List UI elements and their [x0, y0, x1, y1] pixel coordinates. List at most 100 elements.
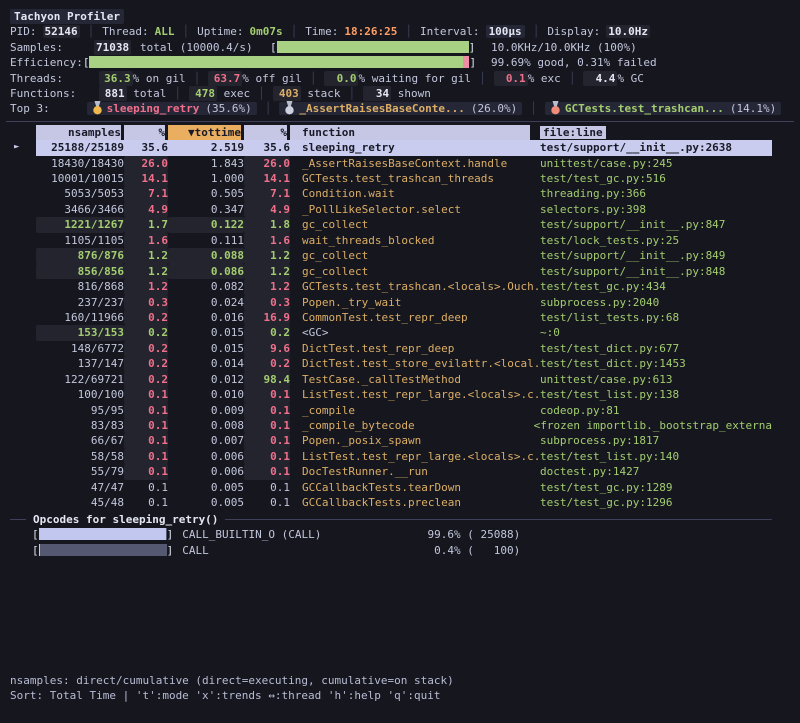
table-row[interactable]: 1221/1267 1.7 0.122 1.8 gc_collect test/… — [10, 217, 772, 232]
cell-file: unittest/case.py:245 — [540, 156, 772, 171]
separator: │ — [166, 87, 189, 100]
cell-cum-pct: 35.6 — [244, 140, 290, 155]
cell-file: test/lock_tests.py:25 — [540, 233, 772, 248]
cell-cum-pct: 4.9 — [244, 202, 290, 217]
cell-file: subprocess.py:2040 — [540, 295, 772, 310]
cell-file: test/test_gc.py:516 — [540, 171, 772, 186]
cell-file: <frozen importlib._bootstrap_externa — [534, 418, 772, 433]
cell-function: GCTests.test_trashcan_threads — [290, 171, 540, 186]
column-header-file[interactable]: file:line — [540, 125, 772, 140]
status-item: PID:52146 — [10, 25, 80, 38]
cell-file: test/support/__init__.py:847 — [540, 217, 772, 232]
cell-function: DictTest.test_repr_deep — [290, 341, 540, 356]
cell-nsamples: 83/83 — [36, 418, 124, 433]
cell-pct: 0.2 — [124, 325, 168, 340]
cell-function: _compile — [290, 403, 540, 418]
cell-function: Condition.wait — [290, 186, 540, 201]
cell-pct: 0.1 — [124, 449, 168, 464]
table-row[interactable]: 3466/3466 4.9 0.347 4.9 _PollLikeSelecto… — [10, 202, 772, 217]
cell-function: ListTest.test_repr_large.<locals>.c... — [290, 449, 540, 464]
selection-arrow-icon — [10, 264, 36, 279]
cell-tottime: 0.122 — [168, 217, 244, 232]
table-row[interactable]: 816/868 1.2 0.082 1.2 GCTests.test_trash… — [10, 279, 772, 294]
functions-stat-value: 34 — [363, 86, 391, 101]
status-item: │Interval:100µs — [397, 25, 524, 38]
selection-arrow-icon — [10, 202, 36, 217]
table-row[interactable]: 10001/10015 14.1 1.000 14.1 GCTests.test… — [10, 171, 772, 186]
column-header-nsamples[interactable]: nsamples — [36, 125, 124, 140]
cell-function: _AssertRaisesBaseContext.handle — [290, 156, 540, 171]
functions-stat: │34 shown — [341, 87, 431, 100]
table-row[interactable]: ► 25188/25189 35.6 2.519 35.6 sleeping_r… — [10, 140, 772, 155]
cell-function: gc_collect — [290, 217, 540, 232]
cell-nsamples: 122/69721 — [36, 372, 124, 387]
opcodes-section-header: Opcodes for sleeping_retry() — [10, 512, 800, 527]
thread-stat-value: 63.7 — [208, 71, 242, 86]
table-row[interactable]: 100/100 0.1 0.010 0.1 ListTest.test_repr… — [10, 387, 772, 402]
opcode-label: CALL_BUILTIN_O (CALL) — [182, 527, 400, 543]
help-line-keys: Sort: Total Time | 't':mode 'x':trends ↔… — [10, 688, 454, 704]
cell-tottime: 0.005 — [168, 480, 244, 495]
cell-cum-pct: 0.1 — [244, 464, 290, 479]
table-row[interactable]: 1105/1105 1.6 0.111 1.6 wait_threads_blo… — [10, 233, 772, 248]
cell-tottime: 0.505 — [168, 186, 244, 201]
selection-arrow-icon — [10, 372, 36, 387]
cell-tottime: 0.347 — [168, 202, 244, 217]
cell-cum-pct: 0.1 — [244, 449, 290, 464]
samples-suffix: total (10000.4/s) — [140, 40, 253, 55]
cell-function: GCTests.test_trashcan.<locals>.Ouch... — [290, 279, 540, 294]
table-row[interactable]: 95/95 0.1 0.009 0.1 _compile codeop.py:8… — [10, 403, 772, 418]
cell-cum-pct: 0.1 — [244, 387, 290, 402]
separator: │ — [561, 72, 584, 85]
cell-cum-pct: 0.1 — [244, 403, 290, 418]
cell-pct: 0.2 — [124, 310, 168, 325]
cell-tottime: 0.006 — [168, 449, 244, 464]
cell-cum-pct: 0.3 — [244, 295, 290, 310]
top3-function-name: sleeping_retry — [107, 102, 200, 115]
cell-nsamples: 856/856 — [36, 264, 124, 279]
table-row[interactable]: 83/83 0.1 0.008 0.1 _compile_bytecode <f… — [10, 418, 772, 433]
cell-file: test/test_gc.py:1289 — [540, 480, 772, 495]
cell-function: CommonTest.test_repr_deep — [290, 310, 540, 325]
table-row[interactable]: 122/69721 0.2 0.012 98.4 TestCase._callT… — [10, 372, 772, 387]
top3-item: │GCTests.test_trashcan...(14.1%) — [522, 102, 781, 115]
cell-file: test/list_tests.py:68 — [540, 310, 772, 325]
table-row[interactable]: 5053/5053 7.1 0.505 7.1 Condition.wait t… — [10, 186, 772, 201]
cell-function: GCCallbackTests.preclean — [290, 495, 540, 510]
column-header-tottime[interactable]: ▼tottime — [168, 125, 244, 140]
cell-pct: 26.0 — [124, 156, 168, 171]
table-row[interactable]: 58/58 0.1 0.006 0.1 ListTest.test_repr_l… — [10, 449, 772, 464]
thread-stat-value: 0.1 — [494, 71, 528, 86]
functions-stat-label: exec — [224, 87, 251, 100]
samples-progress-bar — [277, 41, 469, 53]
table-row[interactable]: 237/237 0.3 0.024 0.3 Popen._try_wait su… — [10, 295, 772, 310]
table-row[interactable]: 66/67 0.1 0.007 0.1 Popen._posix_spawn s… — [10, 433, 772, 448]
table-row[interactable]: 856/856 1.2 0.086 1.2 gc_collect test/su… — [10, 264, 772, 279]
opcode-bar — [39, 544, 167, 556]
thread-stat-label: % on gil — [133, 72, 186, 85]
bracket: ] — [469, 41, 476, 54]
status-value: 100µs — [486, 25, 525, 38]
table-row[interactable]: 137/147 0.2 0.014 0.2 DictTest.test_stor… — [10, 356, 772, 371]
table-row[interactable]: 153/153 0.2 0.015 0.2 <GC> ~:0 — [10, 325, 772, 340]
table-row[interactable]: 47/47 0.1 0.005 0.1 GCCallbackTests.tear… — [10, 480, 772, 495]
cell-pct: 0.2 — [124, 356, 168, 371]
cell-function: gc_collect — [290, 248, 540, 263]
column-header-pct[interactable]: % — [124, 125, 168, 140]
thread-stat: │0.0% waiting for gil — [302, 72, 471, 85]
column-header-cum-pct[interactable]: % — [244, 125, 290, 140]
cell-nsamples: 1221/1267 — [36, 217, 124, 232]
table-row[interactable]: 45/48 0.1 0.005 0.1 GCCallbackTests.prec… — [10, 495, 772, 510]
selection-arrow-icon — [10, 171, 36, 186]
table-row[interactable]: 160/11966 0.2 0.016 16.9 CommonTest.test… — [10, 310, 772, 325]
table-row[interactable]: 55/79 0.1 0.006 0.1 DocTestRunner.__run … — [10, 464, 772, 479]
bracket: ] — [469, 56, 476, 69]
table-row[interactable]: 876/876 1.2 0.088 1.2 gc_collect test/su… — [10, 248, 772, 263]
separator: │ — [341, 87, 364, 100]
table-row[interactable]: 18430/18430 26.0 1.843 26.0 _AssertRaise… — [10, 156, 772, 171]
column-header-function[interactable]: function — [290, 125, 540, 140]
status-value: 18:26:25 — [344, 25, 397, 38]
selection-arrow-icon — [10, 217, 36, 232]
table-row[interactable]: 148/6772 0.2 0.015 9.6 DictTest.test_rep… — [10, 341, 772, 356]
cell-function: _compile_bytecode — [290, 418, 534, 433]
